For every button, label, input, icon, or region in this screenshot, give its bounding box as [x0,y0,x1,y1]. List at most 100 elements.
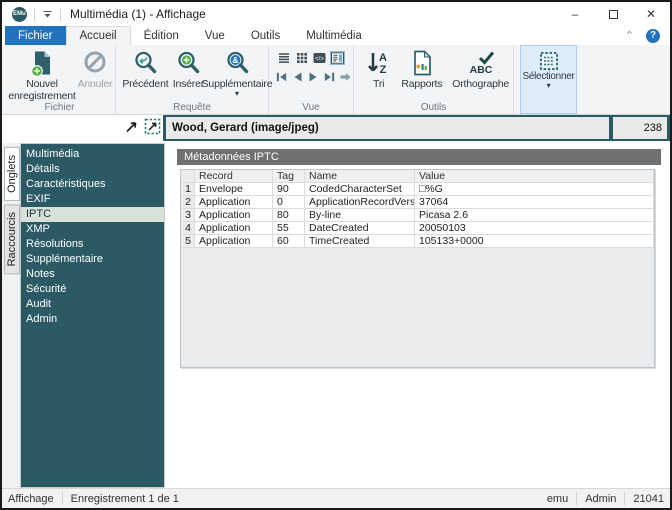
pointer-tools [124,118,161,135]
close-button[interactable]: ✕ [632,2,670,26]
sidebar-item-notes[interactable]: Notes [21,267,164,282]
status-view-mode: Affichage [8,492,54,505]
tab-multimedia[interactable]: Multimédia [293,26,375,45]
view-form-button[interactable] [330,51,345,65]
table-row[interactable]: 2 Application 0 ApplicationRecordVersion… [181,196,654,209]
first-record-icon [276,72,287,82]
record-count: 238 [613,117,667,139]
form-view-icon [331,52,344,64]
select-button[interactable]: Sélectionner ▾ [520,45,577,114]
previous-record-button[interactable] [290,70,305,84]
sidebar-item-multimedia[interactable]: Multimédia [21,147,164,162]
svg-text:</>: </> [315,57,324,63]
sidebar-item-iptc[interactable]: IPTC [21,207,164,222]
cell-value[interactable]: 37064 [415,196,654,209]
row-number: 1 [181,183,195,196]
cell-tag[interactable]: 60 [273,235,305,248]
group-label-outils: Outils [420,102,447,113]
cell-name[interactable]: CodedCharacterSet [305,183,415,196]
side-tab-raccourcis[interactable]: Raccourcis [4,203,20,275]
additional-query-button[interactable]: & Supplémentaire ▾ [202,48,273,99]
new-record-button[interactable]: Nouvel enregistrement [8,48,76,102]
app-window: EMu Multimédia (1) - Affichage – ✕ Fichi… [0,0,672,510]
column-header-tag[interactable]: Tag [273,170,305,183]
tab-accueil[interactable]: Accueil [65,26,131,45]
svg-text:&: & [232,55,238,65]
selection-marquee-icon [539,52,558,70]
pointer-arrow-icon[interactable] [124,119,139,134]
sidebar-item-caracteristiques[interactable]: Caractéristiques [21,177,164,192]
additional-dropdown-icon: ▾ [234,89,239,99]
cell-name[interactable]: ApplicationRecordVersion [305,196,415,209]
quick-access-dropdown-icon[interactable] [42,10,53,19]
table-row[interactable]: 3 Application 80 By-line Picasa 2.6 [181,209,654,222]
cell-value[interactable]: 105133+0000 [415,235,654,248]
view-code-button[interactable]: </> [312,51,327,65]
tab-fichier[interactable]: Fichier [5,26,66,45]
goto-record-button[interactable] [338,70,353,84]
app-logo-icon[interactable]: EMu [12,6,27,22]
goto-record-icon [340,73,351,81]
next-record-icon [309,72,317,82]
sidebar-item-details[interactable]: Détails [21,162,164,177]
view-list-button[interactable] [276,51,291,65]
svg-text:Z: Z [379,64,386,76]
table-row[interactable]: 1 Envelope 90 CodedCharacterSet □%G [181,183,654,196]
collapse-ribbon-icon[interactable]: ⌃ [625,30,634,41]
cell-record[interactable]: Envelope [195,183,273,196]
sort-button[interactable]: A Z Tri [362,48,395,90]
tab-outils[interactable]: Outils [238,26,293,45]
sidebar-item-securite[interactable]: Sécurité [21,282,164,297]
sidebar-item-audit[interactable]: Audit [21,297,164,312]
cell-tag[interactable]: 80 [273,209,305,222]
sidebar-item-xmp[interactable]: XMP [21,222,164,237]
table-row[interactable]: 5 Application 60 TimeCreated 105133+0000 [181,235,654,248]
last-record-button[interactable] [322,70,337,84]
cell-record[interactable]: Application [195,209,273,222]
status-separator [624,492,626,505]
reports-button[interactable]: Rapports [395,48,448,90]
column-header-name[interactable]: Name [305,170,415,183]
row-number-header [181,170,195,183]
spelling-button[interactable]: ABC Orthographe [448,48,513,90]
cell-name[interactable]: By-line [305,209,415,222]
column-header-record[interactable]: Record [195,170,273,183]
cell-tag[interactable]: 55 [273,222,305,235]
cell-tag[interactable]: 90 [273,183,305,196]
cell-tag[interactable]: 0 [273,196,305,209]
row-number: 5 [181,235,195,248]
sidebar-item-exif[interactable]: EXIF [21,192,164,207]
column-header-value[interactable]: Value [415,170,654,183]
cell-value[interactable]: Picasa 2.6 [415,209,654,222]
ribbon-tab-row: Fichier Accueil Édition Vue Outils Multi… [2,26,670,45]
maximize-button[interactable] [594,2,632,26]
tab-edition[interactable]: Édition [131,26,192,45]
previous-query-button[interactable]: Précédent [120,48,171,90]
first-record-button[interactable] [274,70,289,84]
sidebar-item-resolutions[interactable]: Résolutions [21,237,164,252]
next-record-button[interactable] [306,70,321,84]
view-grid-button[interactable] [294,51,309,65]
side-tab-onglets[interactable]: Onglets [4,147,20,201]
table-row[interactable]: 4 Application 55 DateCreated 20050103 [181,222,654,235]
cell-record[interactable]: Application [195,235,273,248]
cell-record[interactable]: Application [195,222,273,235]
help-icon[interactable]: ? [646,28,660,43]
window-controls: – ✕ [556,2,670,26]
cell-value[interactable]: 20050103 [415,222,654,235]
pointer-select-icon[interactable] [144,118,161,135]
ribbon-group-requete: Précédent Insérer & Supplémentaire ▾ Req… [116,45,273,114]
sidebar-item-supplementaire[interactable]: Supplémentaire [21,252,164,267]
cancel-button[interactable]: Annuler [76,48,114,90]
sidebar-item-admin[interactable]: Admin [21,312,164,327]
title-bar: EMu Multimédia (1) - Affichage – ✕ [2,2,670,26]
search-additional-icon: & [226,51,248,74]
tab-vue[interactable]: Vue [192,26,238,45]
cell-record[interactable]: Application [195,196,273,209]
minimize-button[interactable]: – [556,2,594,26]
cell-name[interactable]: TimeCreated [305,235,415,248]
cell-value[interactable]: □%G [415,183,654,196]
status-record-position: Enregistrement 1 de 1 [70,492,179,505]
cell-name[interactable]: DateCreated [305,222,415,235]
side-tab-strip: Onglets Raccourcis [2,143,20,488]
